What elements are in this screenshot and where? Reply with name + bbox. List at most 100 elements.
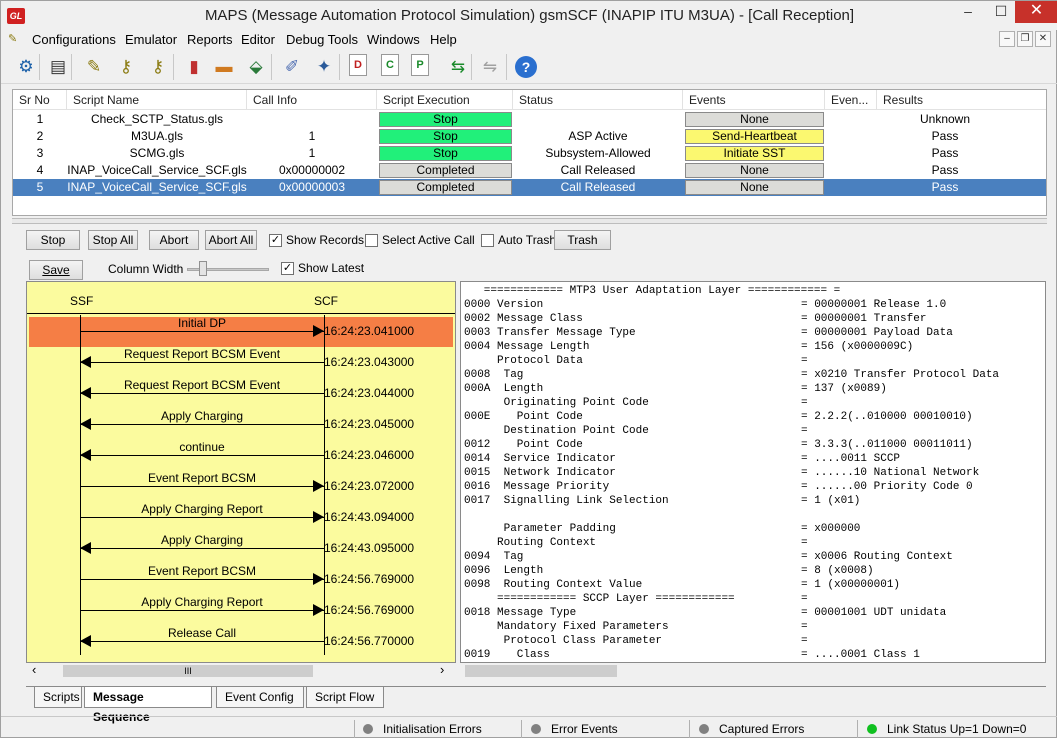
save-button[interactable]: Save [29,260,83,280]
menu-reports[interactable]: Reports [187,32,233,47]
message-arrow[interactable] [80,610,324,611]
gear-icon[interactable]: ⚙ [13,54,39,80]
status-link-status[interactable]: Link Status Up=1 Down=0 [867,720,1026,738]
message-label[interactable]: Request Report BCSM Event [80,378,324,392]
message-label[interactable]: Apply Charging [80,533,324,547]
table-row[interactable]: 4 INAP_VoiceCall_Service_SCF.gls 0x0000000… [13,162,1046,179]
event-button[interactable]: None [685,163,824,178]
mdi-document-icon[interactable]: ✎ [8,33,20,45]
show-latest-box[interactable]: ✓ [281,261,294,275]
wizard-icon[interactable]: ✦ [311,54,337,80]
event-button[interactable]: None [685,180,824,195]
decode-field[interactable]: 000E Point Code [464,410,583,424]
message-label[interactable]: Apply Charging Report [80,502,324,516]
message-label[interactable]: Event Report BCSM [80,564,324,578]
decode-field[interactable]: Routing Context [464,536,596,550]
decode-field[interactable]: 0004 Message Length [464,340,589,354]
table-row[interactable]: 1 Check_SCTP_Status.gls Stop None Unknown [13,111,1046,128]
decode-field[interactable]: ============ MTP3 User Adaptation Layer … [464,284,840,298]
scroll-right-icon[interactable]: › [440,662,444,677]
col-header-call-info[interactable]: Call Info [247,90,377,110]
show-records-checkbox[interactable]: ✓ Show Records [269,232,364,248]
doc-c-icon[interactable]: C [381,54,399,76]
script-execution-button[interactable]: Completed [379,163,512,178]
edit-script-icon[interactable]: ✎ [81,54,107,80]
col-header-results[interactable]: Results [877,90,1046,110]
auto-trash-checkbox[interactable]: Auto Trash [481,232,556,248]
abort-button[interactable]: Abort [149,230,199,250]
tab-message-sequence[interactable]: Message Sequence [84,687,212,724]
col-header-events[interactable]: Events [683,90,825,110]
abort-all-button[interactable]: Abort All [205,230,257,250]
decode-field[interactable]: Protocol Class Parameter [464,634,662,648]
message-arrow[interactable] [80,548,324,549]
keys-icon[interactable]: ⚷ [113,54,139,80]
message-arrow[interactable] [80,486,324,487]
script-execution-button[interactable]: Stop [379,146,512,161]
decode-field[interactable]: 0000 Version [464,298,543,312]
sequence-hscrollbar[interactable]: ‹ III › [28,662,454,679]
decode-field[interactable]: 0008 Tag [464,368,523,382]
doc-d-icon[interactable]: D [349,54,367,76]
tab-script-flow[interactable]: Script Flow [306,687,384,708]
decode-field[interactable]: 0018 Message Type [464,606,576,620]
decode-field[interactable]: 0098 Routing Context Value [464,578,642,592]
disabled-icon[interactable]: ⇋ [477,54,503,80]
menu-debug-tools[interactable]: Debug Tools [286,32,358,47]
transfer-icon[interactable]: ⇆ [445,54,471,80]
decode-hscrollbar[interactable] [462,663,1046,679]
database-icon[interactable]: ▮ [181,54,207,80]
decode-field[interactable]: Mandatory Fixed Parameters [464,620,669,634]
menu-configurations[interactable]: Configurations [32,32,116,47]
decode-field[interactable]: ============ SCCP Layer ============ [464,592,735,606]
script-execution-button[interactable]: Completed [379,180,512,195]
tab-event-config[interactable]: Event Config [216,687,304,708]
col-header-status[interactable]: Status [513,90,683,110]
decode-field[interactable]: 0019 Class [464,648,550,662]
decode-field[interactable]: 0012 Point Code [464,438,583,452]
stop-button[interactable]: Stop [26,230,80,250]
event-button[interactable]: Send-Heartbeat [685,129,824,144]
col-header-sr-no[interactable]: Sr No [13,90,67,110]
message-label[interactable]: continue [80,440,324,454]
menu-help[interactable]: Help [430,32,457,47]
message-label[interactable]: Request Report BCSM Event [80,347,324,361]
mdi-minimize-button[interactable]: – [999,31,1015,47]
message-arrow[interactable] [80,331,324,332]
decode-field[interactable]: 0094 Tag [464,550,523,564]
menu-emulator[interactable]: Emulator [125,32,177,47]
stop-all-button[interactable]: Stop All [88,230,138,250]
decode-field[interactable]: Protocol Data [464,354,583,368]
decode-field[interactable]: 0016 Message Priority [464,480,609,494]
edit-pencil-icon[interactable]: ✐ [279,54,305,80]
auto-trash-box[interactable] [481,233,494,247]
decode-field[interactable]: Destination Point Code [464,424,649,438]
message-label[interactable]: Release Call [80,626,324,640]
decode-field[interactable]: Parameter Padding [464,522,616,536]
scroll-left-icon[interactable]: ‹ [32,662,36,677]
minimize-button[interactable]: – [953,1,983,23]
briefcase-icon[interactable]: ▬ [211,54,237,80]
decode-field[interactable]: Originating Point Code [464,396,649,410]
trash-button[interactable]: Trash [554,230,611,250]
decode-hscroll-thumb[interactable] [465,665,617,677]
status-error-events[interactable]: Error Events [531,720,618,738]
show-records-box[interactable]: ✓ [269,233,282,247]
decode-field[interactable]: 0015 Network Indicator [464,466,616,480]
message-arrow[interactable] [80,517,324,518]
menu-editor[interactable]: Editor [241,32,275,47]
doc-p-icon[interactable]: P [411,54,429,76]
status-captured-errors[interactable]: Captured Errors [699,720,804,738]
table-row[interactable]: 5 INAP_VoiceCall_Service_SCF.gls 0x0000000… [13,179,1046,196]
table-row[interactable]: 3 SCMG.gls 1 Stop Subsystem-Allowed Initiate … [13,145,1046,162]
menu-windows[interactable]: Windows [367,32,420,47]
maximize-button[interactable]: ☐ [986,1,1016,23]
decode-field[interactable]: 000A Length [464,382,543,396]
network-icon[interactable]: ⬙ [243,54,269,80]
event-button[interactable]: Initiate SST [685,146,824,161]
message-arrow[interactable] [80,579,324,580]
sequence-hscroll-thumb[interactable]: III [63,665,313,677]
status-initialisation-errors[interactable]: Initialisation Errors [363,720,482,738]
message-arrow[interactable] [80,362,324,363]
select-active-call-box[interactable] [365,233,378,247]
